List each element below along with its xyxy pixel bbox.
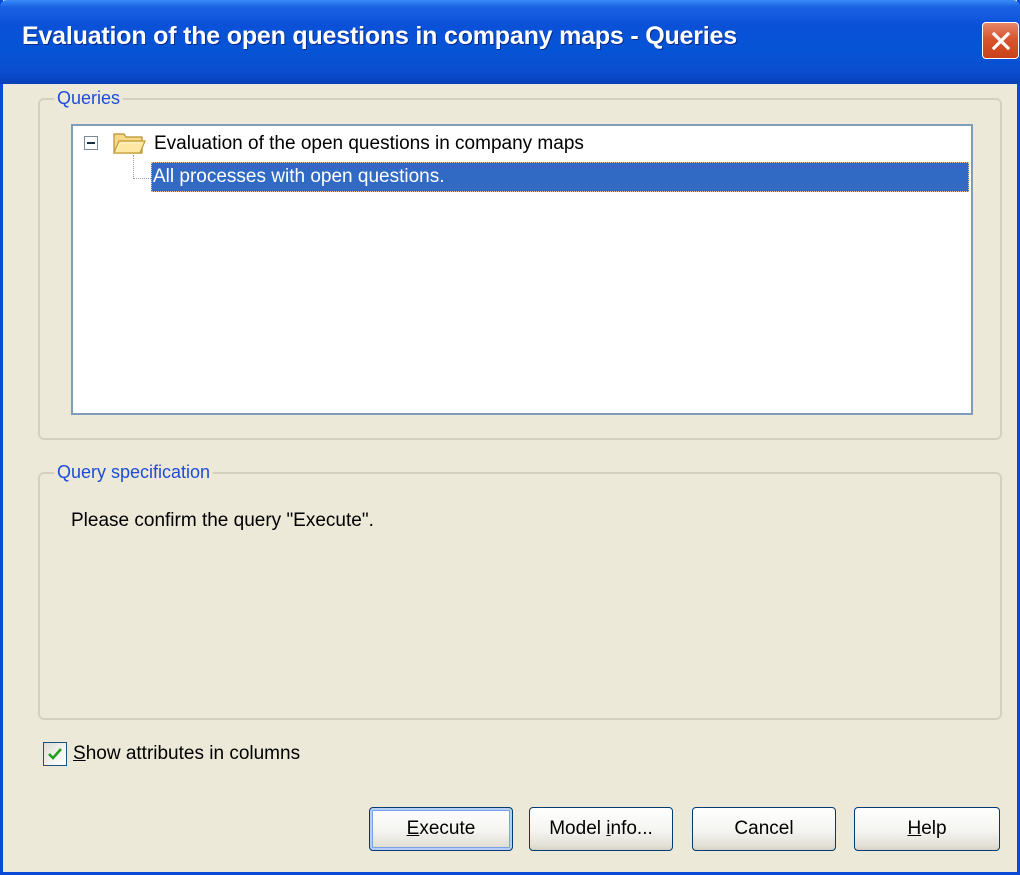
queries-tree[interactable]: Evaluation of the open questions in comp…: [71, 124, 973, 415]
show-attributes-text: how attributes in columns: [85, 743, 301, 764]
help-button[interactable]: Help: [854, 807, 1000, 851]
show-attributes-label[interactable]: Show attributes in columns: [73, 741, 300, 767]
checkmark-icon: [48, 748, 62, 760]
close-button[interactable]: [982, 22, 1019, 59]
model-info-button[interactable]: Model i nfo...: [529, 807, 673, 851]
queries-group-legend: Queries: [54, 86, 124, 110]
execute-text: xecute: [419, 818, 476, 839]
cancel-button[interactable]: Cancel: [692, 807, 836, 851]
model-info-text: nfo...: [610, 818, 653, 839]
title-bar[interactable]: Evaluation of the open questions in comp…: [0, 0, 1020, 84]
window-title: Evaluation of the open questions in comp…: [22, 22, 737, 50]
close-icon: [990, 30, 1012, 52]
collapse-toggle-icon[interactable]: [84, 136, 98, 150]
query-specification-legend: Query specification: [54, 460, 214, 484]
show-attributes-mnemonic: S: [73, 743, 86, 764]
tree-item-selected[interactable]: All processes with open questions.: [151, 162, 969, 192]
show-attributes-checkbox[interactable]: [43, 742, 67, 766]
dialog-window: Evaluation of the open questions in comp…: [0, 0, 1020, 875]
help-text: elp: [921, 818, 947, 839]
execute-button[interactable]: Execute: [369, 807, 513, 851]
folder-open-icon: [112, 130, 146, 156]
help-mnemonic: H: [907, 818, 922, 839]
tree-root-label[interactable]: Evaluation of the open questions in comp…: [154, 130, 584, 158]
query-specification-text: Please confirm the query "Execute".: [71, 510, 374, 531]
tree-item-label: All processes with open questions.: [153, 166, 445, 187]
cancel-label: Cancel: [734, 818, 794, 839]
tree-connector-line: [133, 155, 134, 179]
tree-connector-branch: [133, 178, 151, 179]
execute-mnemonic: E: [406, 818, 420, 839]
model-info-pre: Model: [549, 818, 607, 839]
